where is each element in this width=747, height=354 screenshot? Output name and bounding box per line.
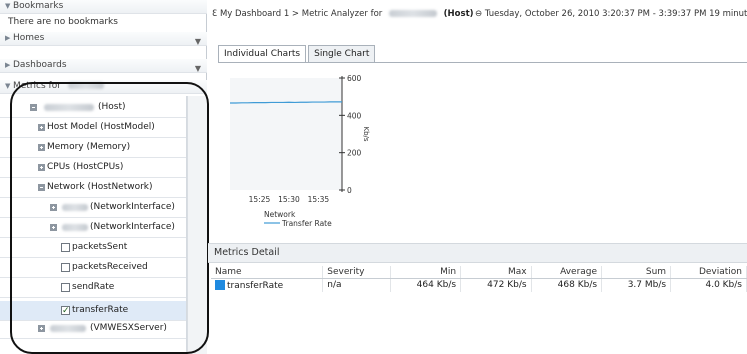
network-chart[interactable]: 0 200 400 600 Kb/s 15:25 15:30 15:35 Network Tran… [220,70,370,240]
table-body: transferRate n/a 464 Kb/s 472 Kb/s 468 Kb/s 3… [211,278,747,292]
column-header-min[interactable]: Min [390,266,462,279]
transfer-rate-checkbox[interactable] [61,302,70,321]
metrics-header[interactable]: ▼ Metrics for [0,80,207,94]
chart-title: Network [264,210,296,219]
collapse-icon: ▼ [5,82,11,90]
tree-node-vmwesx[interactable]: (VMWESXServer) [0,319,186,339]
expand-icon[interactable] [38,164,45,171]
packets-received-checkbox[interactable] [61,263,70,272]
breadcrumb[interactable]: Ɛ My Dashboard 1 > Metric Analyzer for (… [212,9,474,19]
metric-name: transferRate [227,280,284,291]
pin-icon: Ɛ [212,9,220,19]
y-axis-label: Kb/s [362,126,370,141]
y-tick-label: 0 [347,186,352,195]
tab-divider [218,62,747,63]
time-range-selector[interactable]: ⊖ Tuesday, October 26, 2010 3:20:37 PM -… [475,9,747,19]
clock-icon: ⊖ [475,9,485,19]
main-panel: Ɛ My Dashboard 1 > Metric Analyzer for (… [208,0,747,354]
expand-icon[interactable] [50,204,57,211]
redacted-hostname [67,82,104,89]
expand-icon[interactable] [38,325,45,332]
cell-sum: 3.7 Mb/s [601,278,672,292]
cell-name: transferRate [211,278,324,292]
tree-node-transfer-rate[interactable]: transferRate [0,301,186,321]
plot-area [230,78,342,190]
packets-sent-checkbox[interactable] [61,243,70,252]
collapse-icon[interactable] [38,184,45,191]
tree-node-nic-1[interactable]: (NetworkInterface) [0,198,186,218]
y-tick-label: 600 [347,74,362,83]
column-header-sum[interactable]: Sum [601,266,672,279]
redacted-interface [62,204,88,211]
column-header-severity[interactable]: Severity [322,266,391,279]
column-header-average[interactable]: Average [531,266,603,279]
legend-label: Transfer Rate [281,219,332,228]
expand-icon[interactable] [38,144,45,151]
x-tick-label: 15:25 [249,195,271,204]
navigation-panel: ▼ Bookmarks There are no bookmarks ▶ Homes… [0,0,209,354]
tab-single-chart[interactable]: Single Chart [308,45,376,62]
cell-max: 472 Kb/s [460,278,532,292]
bookmarks-empty-text: There are no bookmarks [8,17,118,27]
collapse-icon[interactable] [30,104,37,111]
column-header-max[interactable]: Max [460,266,532,279]
cell-severity: n/a [322,278,391,292]
table-row[interactable]: transferRate n/a 464 Kb/s 472 Kb/s 468 Kb/s 3… [211,278,747,292]
tree-node-host-model[interactable]: Host Model (HostModel) [0,118,186,138]
x-tick-label: 15:30 [278,195,300,204]
collapse-icon: ▼ [5,2,11,10]
column-header-deviation[interactable]: Deviation [670,266,747,279]
expand-icon: ▶ [5,61,11,69]
chart-tabs: Individual Charts Single Chart [218,45,377,63]
column-header-name[interactable]: Name [211,266,324,279]
expand-icon[interactable] [38,124,45,131]
filter-icon[interactable]: ▼ [195,35,201,48]
series-color-swatch [215,279,225,290]
expand-icon: ▶ [5,34,11,42]
tree-node-nic-2[interactable]: (NetworkInterface) [0,218,186,238]
cell-deviation: 4.0 Kb/s [670,278,747,292]
tree-node-host[interactable]: (Host) [0,98,186,118]
expand-icon[interactable] [50,224,57,231]
send-rate-checkbox[interactable] [61,283,70,292]
tab-individual-charts[interactable]: Individual Charts [218,45,307,63]
redacted-server [50,325,86,332]
tree-scrollbar[interactable] [187,96,207,354]
redacted-hostname [44,104,94,111]
redacted-interface [62,224,88,231]
homes-header[interactable]: ▶ Homes ▼ [0,32,207,46]
y-tick-label: 200 [347,149,362,158]
tree-node-cpus[interactable]: CPUs (HostCPUs) [0,158,186,178]
metrics-table: Name Severity Min Max Average Sum Deviation tr… [211,266,747,292]
bookmarks-header[interactable]: ▼ Bookmarks [0,0,207,14]
dashboards-header[interactable]: ▶ Dashboards ▼ [0,59,207,73]
tree-node-network[interactable]: Network (HostNetwork) [0,178,186,198]
tree-node-send-rate[interactable]: sendRate [0,278,186,298]
chart-svg: 0 200 400 600 Kb/s 15:25 15:30 15:35 NetworkTran… [230,74,370,228]
table-header-row: Name Severity Min Max Average Sum Deviation [211,266,747,279]
metrics-detail-title: Metrics Detail [208,243,747,263]
tree-node-memory[interactable]: Memory (Memory) [0,138,186,158]
filter-icon[interactable]: ▼ [195,62,201,75]
redacted-hostname [388,10,437,17]
cell-average: 468 Kb/s [531,278,603,292]
cell-min: 464 Kb/s [390,278,462,292]
x-tick-label: 15:35 [308,195,330,204]
tree-node-packets-sent[interactable]: packetsSent [0,238,186,258]
tree-node-packets-received[interactable]: packetsReceived [0,258,186,278]
y-tick-label: 400 [347,111,362,120]
